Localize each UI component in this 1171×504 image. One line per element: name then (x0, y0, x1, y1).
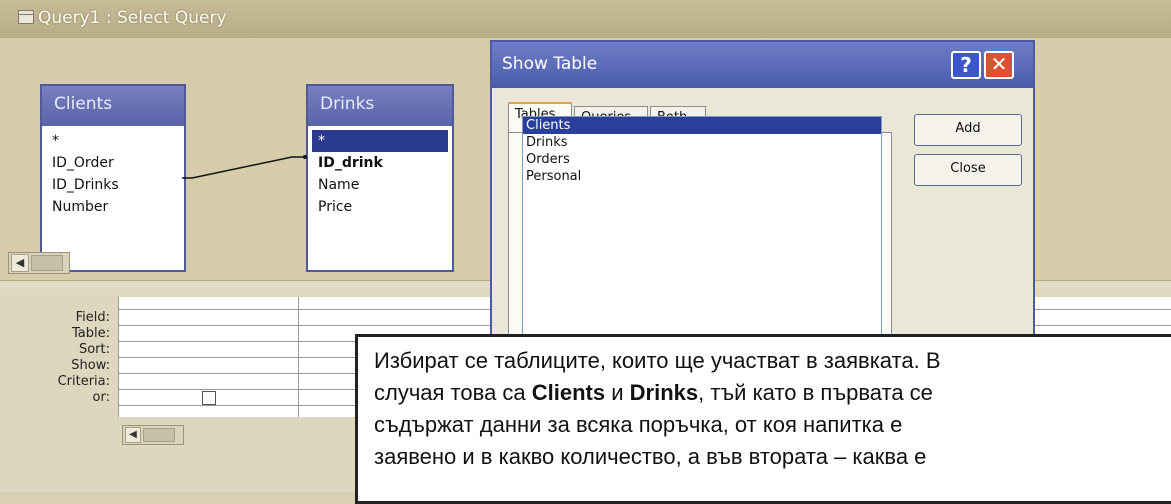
grid-row-labels: Field: Table: Sort: Show: Criteria: or: (0, 310, 114, 406)
close-button[interactable]: Close (914, 154, 1022, 186)
window-titlebar[interactable]: Query1 : Select Query (0, 0, 1171, 38)
scroll-thumb[interactable] (143, 428, 175, 442)
table-box-clients[interactable]: Clients * ID_Order ID_Drinks Number (40, 84, 186, 272)
callout-line: Избират се таблиците, които ще участват … (374, 345, 1171, 377)
help-button[interactable]: ? (951, 51, 981, 79)
field-item[interactable]: ID_drink (312, 152, 448, 174)
callout-text: заявено и в какво количество, а във втор… (374, 444, 927, 469)
callout-text: и (605, 380, 630, 405)
callout-text: Избират се таблиците, които ще участват … (374, 348, 941, 373)
callout-text: случая това са (374, 380, 532, 405)
grid-line (298, 297, 299, 417)
field-item[interactable]: ID_Drinks (46, 174, 180, 196)
field-item[interactable]: Name (312, 174, 448, 196)
list-item[interactable]: Clients (523, 117, 881, 134)
table-box-drinks[interactable]: Drinks * ID_drink Name Price (306, 84, 454, 272)
dialog-close-button[interactable]: ✕ (984, 51, 1014, 79)
add-button[interactable]: Add (914, 114, 1022, 146)
query-window: Query1 : Select Query Clients * ID_Order… (0, 0, 1171, 504)
field-item[interactable]: ID_Order (46, 152, 180, 174)
dialog-titlebar[interactable]: Show Table ? ✕ (492, 42, 1033, 88)
row-label-show: Show: (71, 358, 110, 373)
grid-scrollbar[interactable]: ◀ (122, 425, 184, 445)
window-title: Query1 : Select Query (38, 8, 227, 28)
field-item[interactable]: Number (46, 196, 180, 218)
callout-text: съдържат данни за всяка поръчка, от коя … (374, 412, 903, 437)
table-box-title[interactable]: Clients (42, 86, 184, 126)
row-label-table: Table: (72, 326, 110, 341)
row-label-or: or: (92, 390, 110, 405)
field-item[interactable]: * (46, 130, 180, 152)
grid-line (118, 297, 119, 417)
relationship-line (182, 155, 307, 179)
list-item[interactable]: Orders (523, 151, 881, 168)
callout-line: заявено и в какво количество, а във втор… (374, 441, 1171, 473)
callout-bold-text: Drinks (629, 380, 699, 405)
scroll-thumb[interactable] (31, 255, 63, 271)
table-box-title[interactable]: Drinks (308, 86, 452, 126)
list-item[interactable]: Personal (523, 168, 881, 185)
field-item[interactable]: Price (312, 196, 448, 218)
row-label-criteria: Criteria: (57, 374, 110, 389)
explanation-callout: Избират се таблиците, които ще участват … (355, 334, 1171, 504)
table-pane-scrollbar[interactable]: ◀ (8, 252, 70, 274)
row-label-sort: Sort: (78, 342, 110, 357)
list-item[interactable]: Drinks (523, 134, 881, 151)
callout-line: случая това са Clients и Drinks, тъй кат… (374, 377, 1171, 409)
query-window-icon (18, 10, 34, 24)
dialog-title: Show Table (502, 54, 598, 74)
scroll-left-icon[interactable]: ◀ (11, 254, 29, 272)
show-checkbox[interactable] (202, 391, 216, 405)
scroll-left-icon[interactable]: ◀ (125, 427, 141, 443)
row-label-field: Field: (75, 310, 110, 325)
callout-bold-text: Clients (531, 380, 606, 405)
callout-line: съдържат данни за всяка поръчка, от коя … (374, 409, 1171, 441)
callout-text: , тъй като в първата се (698, 380, 933, 405)
field-item[interactable]: * (312, 130, 448, 152)
